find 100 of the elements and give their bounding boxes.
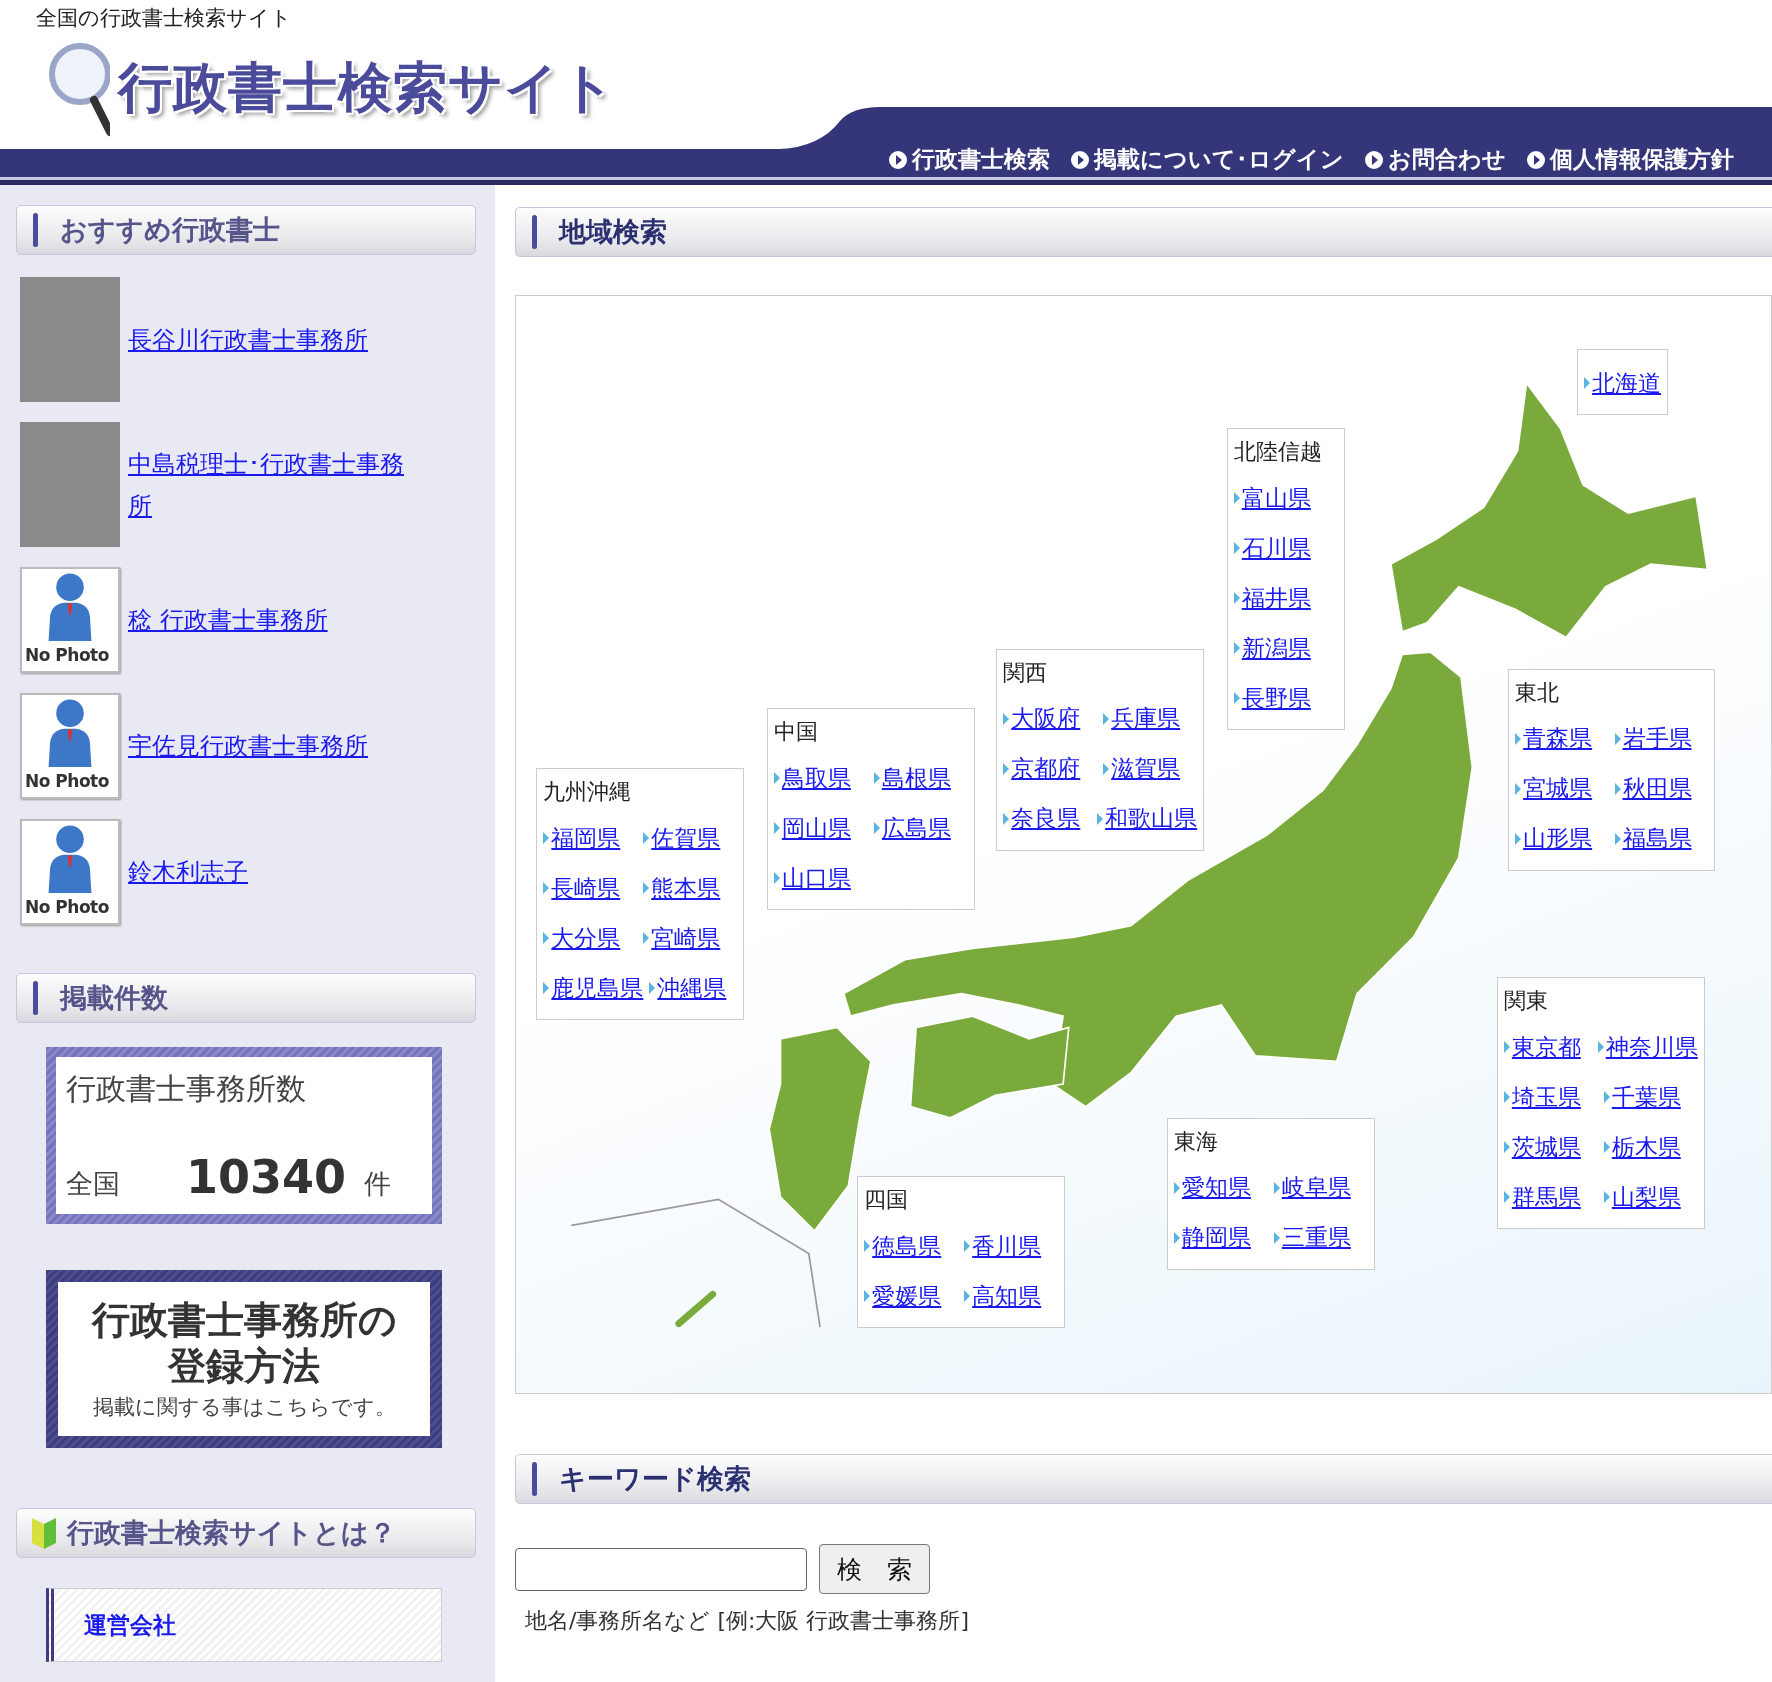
prefecture-link[interactable]: 埼玉県 (1511, 1081, 1581, 1113)
prefecture-link[interactable]: 和歌山県 (1105, 803, 1198, 835)
prefecture-link[interactable]: 福井県 (1241, 582, 1311, 614)
bullet-icon (1003, 812, 1010, 825)
bullet-icon (643, 932, 650, 945)
prefecture-link[interactable]: 三重県 (1281, 1222, 1351, 1253)
prefecture-link[interactable]: 群馬県 (1511, 1181, 1581, 1213)
prefecture-link[interactable]: 東京都 (1511, 1031, 1581, 1063)
arrow-circle-icon (1526, 149, 1546, 170)
prefecture-link[interactable]: 徳島県 (872, 1230, 942, 1262)
prefecture-link[interactable]: 島根県 (881, 762, 951, 794)
prefecture-link[interactable]: 山口県 (781, 862, 851, 894)
prefecture-link[interactable]: 広島県 (881, 812, 951, 844)
prefecture-link[interactable]: 長野県 (1241, 682, 1311, 714)
banner-title: 登録方法 (168, 1343, 320, 1389)
bullet-icon (643, 882, 650, 895)
prefecture-link[interactable]: 新潟県 (1241, 632, 1311, 664)
prefecture-link[interactable]: 愛知県 (1181, 1172, 1251, 1203)
prefecture-link[interactable]: 福島県 (1622, 823, 1692, 855)
prefecture-link[interactable]: 鹿児島県 (551, 972, 644, 1004)
prefecture-link[interactable]: 沖縄県 (657, 972, 727, 1004)
office-link[interactable]: 鈴木利志子 (128, 851, 248, 893)
prefecture-link[interactable]: 宮崎県 (651, 922, 721, 954)
office-link[interactable]: 稔 行政書士事務所 (128, 599, 328, 641)
prefecture-link[interactable]: 福岡県 (551, 822, 621, 854)
menu-item[interactable]: 運営会社 (46, 1588, 442, 1662)
prefecture-link[interactable]: 静岡県 (1181, 1222, 1251, 1253)
prefecture-link[interactable]: 愛媛県 (872, 1280, 942, 1312)
bullet-icon (543, 932, 550, 945)
bullet-icon (1503, 1191, 1510, 1204)
arrow-circle-icon (1070, 149, 1090, 170)
logo-text[interactable]: 行政書士検索サイト (118, 51, 616, 125)
prefecture-link[interactable]: 神奈川県 (1605, 1031, 1698, 1063)
bullet-icon (1597, 1041, 1604, 1054)
prefecture-link[interactable]: 長崎県 (551, 872, 621, 904)
prefecture-link[interactable]: 岐阜県 (1281, 1172, 1351, 1203)
bullet-icon (643, 832, 650, 845)
prefecture-link[interactable]: 大分県 (551, 922, 621, 954)
prefecture-link[interactable]: 岡山県 (781, 812, 851, 844)
office-link[interactable]: 長谷川行政書士事務所 (128, 318, 368, 361)
bullet-icon (1584, 377, 1591, 390)
bullet-icon (1273, 1181, 1280, 1194)
arrow-circle-icon (1364, 149, 1384, 170)
bullet-icon (1173, 1181, 1180, 1194)
office-link[interactable]: 中島税理士･行政書士事務所 (128, 442, 413, 527)
region-title: 関東 (1503, 987, 1549, 1016)
nav-link[interactable]: 個人情報保護方針 (1526, 144, 1734, 175)
prefecture-link[interactable]: 香川県 (972, 1230, 1042, 1262)
prefecture-link[interactable]: 宮城県 (1523, 773, 1593, 805)
nav-link[interactable]: 掲載について･ログイン (1070, 144, 1344, 175)
bullet-icon (1603, 1091, 1610, 1104)
bullet-icon (773, 772, 780, 785)
bullet-icon (1173, 1231, 1180, 1244)
bullet-icon (1603, 1141, 1610, 1154)
prefecture-link[interactable]: 京都府 (1011, 753, 1081, 785)
nav-link[interactable]: 行政書士検索 (888, 144, 1050, 175)
prefecture-link[interactable]: 滋賀県 (1111, 753, 1181, 785)
prefecture-link[interactable]: 兵庫県 (1111, 703, 1181, 735)
bullet-icon (1515, 732, 1522, 745)
area-label: 全国 (66, 1167, 121, 1201)
region-title: 九州沖縄 (543, 778, 633, 807)
prefecture-link[interactable]: 千葉県 (1611, 1081, 1681, 1113)
prefecture-link[interactable]: 佐賀県 (651, 822, 721, 854)
prefecture-link[interactable]: 熊本県 (651, 872, 721, 904)
bullet-icon (1003, 712, 1010, 725)
prefecture-link[interactable]: 北海道 (1592, 367, 1662, 399)
keyword-input[interactable] (515, 1547, 807, 1591)
office-link[interactable]: 宇佐見行政書士事務所 (128, 725, 368, 767)
section-title: 地域検索 (559, 215, 667, 249)
bullet-icon (543, 882, 550, 895)
search-button[interactable]: 検 索 (819, 1544, 930, 1594)
prefecture-link[interactable]: 青森県 (1523, 723, 1593, 755)
prefecture-link[interactable]: 鳥取県 (781, 762, 851, 794)
prefecture-link[interactable]: 茨城県 (1511, 1131, 1581, 1163)
region-title: 北陸信越 (1233, 438, 1323, 467)
prefecture-link[interactable]: 山梨県 (1611, 1181, 1681, 1213)
banner-subtitle: 掲載に関する事はこちらです。 (92, 1394, 396, 1421)
bullet-icon (1233, 492, 1240, 505)
section-title: 掲載件数 (60, 981, 168, 1015)
prefecture-link[interactable]: 岩手県 (1622, 723, 1692, 755)
prefecture-link[interactable]: 秋田県 (1622, 773, 1692, 805)
bullet-icon (1103, 712, 1110, 725)
prefecture-link[interactable]: 大阪府 (1011, 703, 1081, 735)
bullet-icon (1097, 812, 1104, 825)
banner-title: 行政書士事務所の (91, 1297, 397, 1343)
prefecture-link[interactable]: 高知県 (972, 1280, 1042, 1312)
bullet-icon (873, 772, 880, 785)
registration-banner[interactable]: 行政書士事務所の 登録方法 掲載に関する事はこちらです。 (46, 1270, 442, 1448)
bullet-icon (1233, 692, 1240, 705)
chevron-badge-icon (31, 1516, 57, 1550)
prefecture-link[interactable]: 奈良県 (1011, 803, 1081, 835)
bullet-icon (864, 1290, 871, 1303)
prefecture-link[interactable]: 富山県 (1241, 482, 1311, 514)
prefecture-link[interactable]: 栃木県 (1611, 1131, 1681, 1163)
prefecture-link[interactable]: 山形県 (1523, 823, 1593, 855)
section-title: おすすめ行政書士 (60, 213, 280, 247)
prefecture-link[interactable]: 石川県 (1241, 532, 1311, 564)
bullet-icon (1603, 1191, 1610, 1204)
bullet-icon (543, 982, 550, 995)
nav-link[interactable]: お問合わせ (1364, 144, 1506, 175)
